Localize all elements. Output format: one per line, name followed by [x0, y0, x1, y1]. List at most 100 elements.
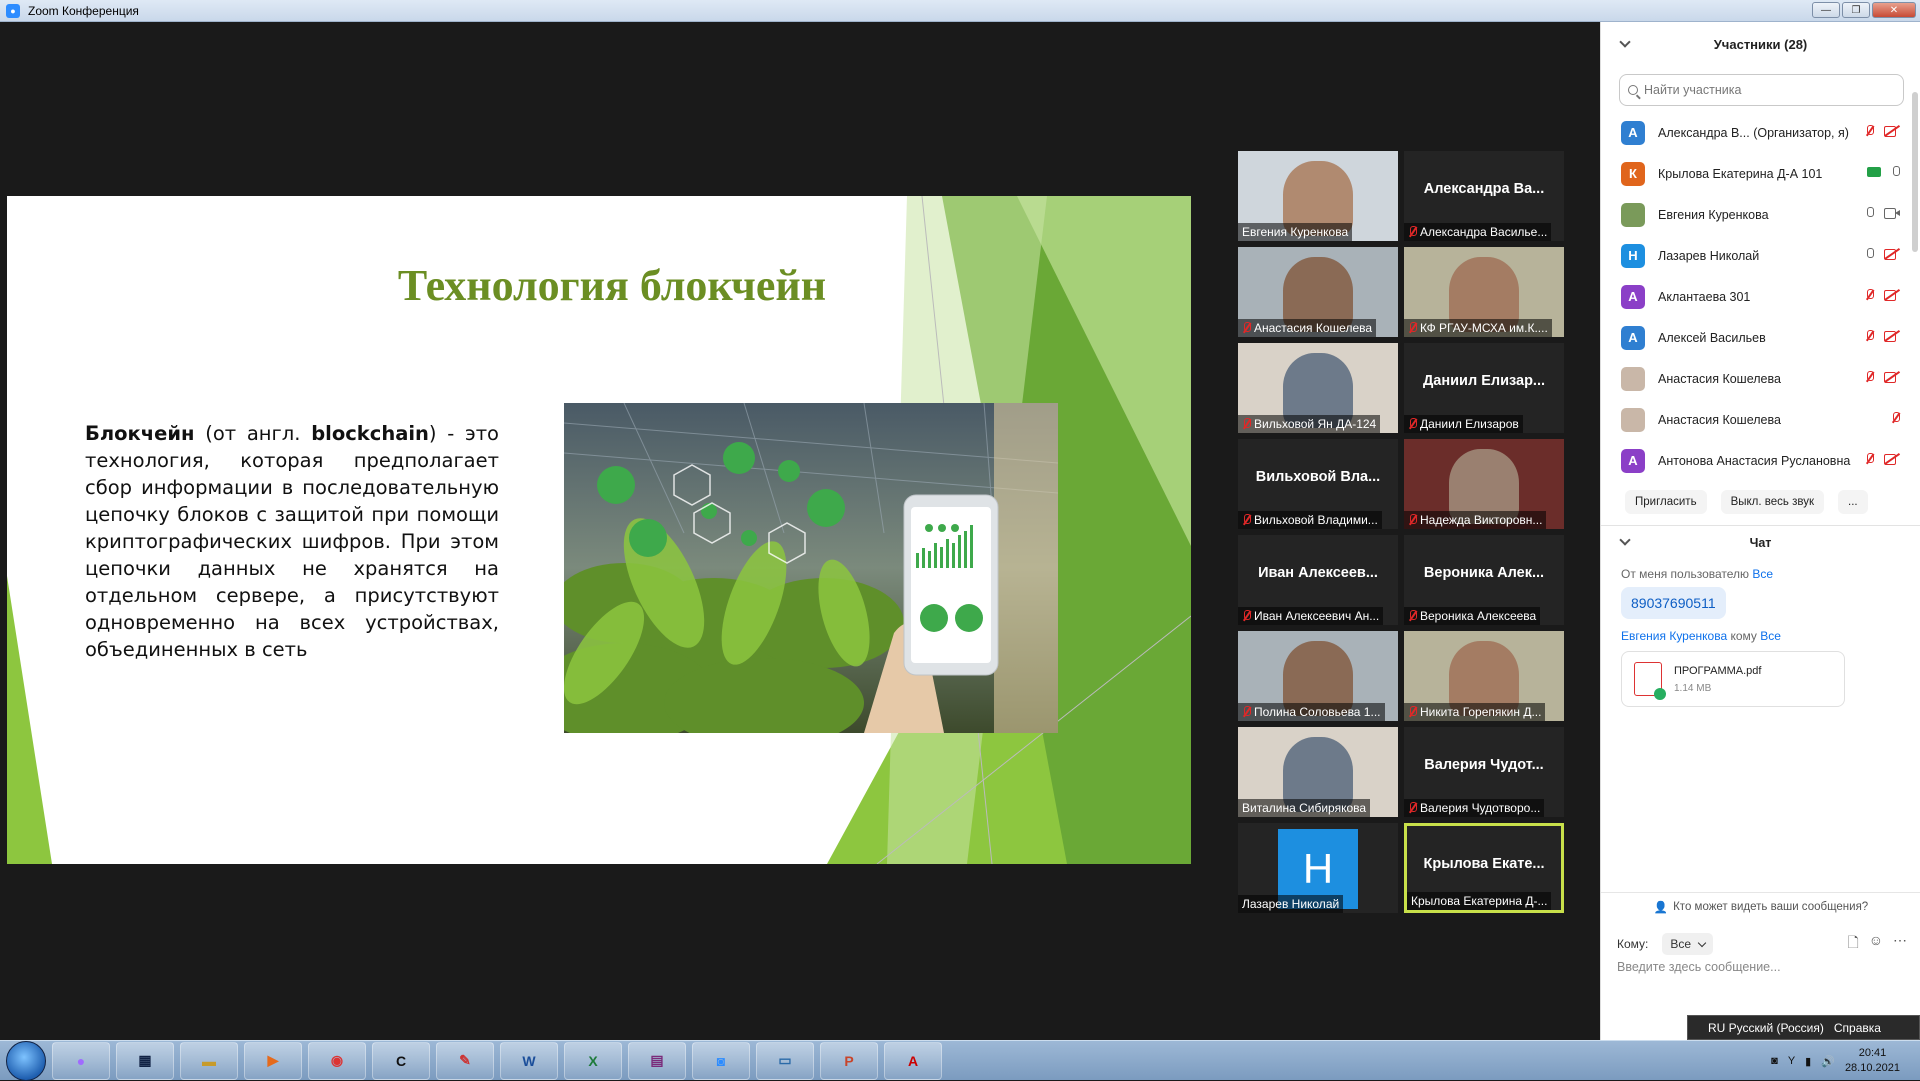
- participant-row[interactable]: Евгения Куренкова: [1601, 194, 1920, 235]
- folder-app-icon[interactable]: ▬: [180, 1041, 238, 1080]
- minimize-button[interactable]: —: [1812, 2, 1840, 18]
- video-tile[interactable]: Иван Алексеев... Иван Алексеевич Ан...: [1238, 535, 1398, 625]
- volume-tray-icon[interactable]: 🔊: [1821, 1055, 1835, 1068]
- paint-app-icon[interactable]: ✎: [436, 1041, 494, 1080]
- participant-caption-text: Валерия Чудотворо...: [1420, 801, 1541, 815]
- video-tile[interactable]: КФ РГАУ-МСХА им.К....: [1404, 247, 1564, 337]
- video-tile[interactable]: Надежда Викторовн...: [1404, 439, 1564, 529]
- word-icon[interactable]: W: [500, 1041, 558, 1080]
- mic-icon[interactable]: [1891, 166, 1900, 178]
- zoom-app-icon: ●: [6, 3, 20, 18]
- video-tile[interactable]: Евгения Куренкова: [1238, 151, 1398, 241]
- more-options-icon[interactable]: ⋯: [1893, 932, 1907, 956]
- video-off-icon[interactable]: [1884, 248, 1900, 260]
- clock[interactable]: 20:41 28.10.2021: [1845, 1046, 1900, 1076]
- slide-greenhouse-image: [564, 403, 1058, 733]
- participant-row[interactable]: А Алексей Васильев: [1601, 317, 1920, 358]
- chat-message-input[interactable]: Введите здесь сообщение...: [1617, 960, 1907, 974]
- close-button[interactable]: ✕: [1872, 2, 1916, 18]
- alice-app-icon[interactable]: ●: [52, 1041, 110, 1080]
- invite-button[interactable]: Пригласить: [1625, 490, 1707, 514]
- video-tile[interactable]: Вильховой Вла... Вильховой Владими...: [1238, 439, 1398, 529]
- powerpoint-icon[interactable]: P: [820, 1041, 878, 1080]
- slide-intro: (от англ.: [194, 422, 312, 445]
- yandex-tray-icon[interactable]: Y: [1788, 1055, 1795, 1067]
- mic-muted-icon[interactable]: [1865, 453, 1874, 465]
- network-tray-icon[interactable]: ▮: [1805, 1055, 1811, 1068]
- video-tile[interactable]: Анастасия Кошелева: [1238, 247, 1398, 337]
- video-tile[interactable]: Вильховой Ян ДА-124: [1238, 343, 1398, 433]
- mute-all-button[interactable]: Выкл. весь звук: [1720, 490, 1824, 514]
- video-tile[interactable]: Даниил Елизар... Даниил Елизаров: [1404, 343, 1564, 433]
- file-icon[interactable]: 🗋: [1847, 932, 1858, 956]
- emoji-icon[interactable]: ☺: [1869, 932, 1883, 956]
- slide-definition: ) - это технология, которая предполагает…: [85, 422, 499, 661]
- video-off-icon[interactable]: [1884, 330, 1900, 342]
- participant-caption: Евгения Куренкова: [1238, 223, 1353, 241]
- chat-message-bubble: 89037690511: [1621, 587, 1726, 619]
- mic-muted-icon[interactable]: [1865, 125, 1874, 137]
- chat-collapse-chevron-icon[interactable]: [1619, 534, 1631, 546]
- chat-recipient-link[interactable]: Все: [1760, 629, 1781, 643]
- video-tile[interactable]: Полина Соловьева 1...: [1238, 631, 1398, 721]
- keyboard-app-icon[interactable]: ▦: [116, 1041, 174, 1080]
- participant-row[interactable]: Н Лазарев Николай: [1601, 235, 1920, 276]
- video-tile[interactable]: Виталина Сибирякова: [1238, 727, 1398, 817]
- winrar-icon[interactable]: ▤: [628, 1041, 686, 1080]
- who-can-see-link[interactable]: 👤 Кто может видеть ваши сообщения?: [1601, 892, 1920, 920]
- recipient-select[interactable]: Все: [1662, 933, 1714, 955]
- participant-name: Аклантаева 301: [1658, 289, 1751, 304]
- participant-row[interactable]: Анастасия Кошелева: [1601, 399, 1920, 440]
- zoom-tray-icon[interactable]: ◙: [1771, 1055, 1778, 1067]
- mic-muted-icon[interactable]: [1865, 371, 1874, 383]
- mic-muted-icon: [1242, 706, 1251, 718]
- more-button[interactable]: ...: [1838, 490, 1868, 514]
- chat-sender-link[interactable]: Евгения Куренкова: [1621, 629, 1727, 643]
- participant-row[interactable]: Анастасия Кошелева: [1601, 358, 1920, 399]
- maximize-button[interactable]: ❐: [1842, 2, 1870, 18]
- pdf-reader-icon[interactable]: A: [884, 1041, 942, 1080]
- mic-muted-icon[interactable]: [1891, 412, 1900, 424]
- photo-viewer-icon[interactable]: ▭: [756, 1041, 814, 1080]
- excel-icon[interactable]: X: [564, 1041, 622, 1080]
- video-tile[interactable]: Вероника Алек... Вероника Алексеева: [1404, 535, 1564, 625]
- calculator-app-icon[interactable]: C: [372, 1041, 430, 1080]
- chat-file-attachment[interactable]: ПРОГРАММА.pdf 1.14 MB: [1621, 651, 1845, 707]
- mic-muted-icon[interactable]: [1865, 330, 1874, 342]
- video-tile[interactable]: H Лазарев Николай: [1238, 823, 1398, 913]
- mic-icon[interactable]: [1865, 248, 1874, 260]
- participant-status-icons: [1865, 248, 1900, 260]
- participants-scrollbar[interactable]: [1912, 92, 1918, 252]
- participant-row[interactable]: А Антонова Анастасия Руслановна: [1601, 440, 1920, 481]
- video-icon[interactable]: [1884, 207, 1900, 219]
- participant-row[interactable]: К Крылова Екатерина Д-А 101: [1601, 153, 1920, 194]
- start-button[interactable]: [6, 1040, 46, 1081]
- chat-recipient-link[interactable]: Все: [1752, 567, 1773, 581]
- participant-row[interactable]: А Аклантаева 301: [1601, 276, 1920, 317]
- video-tile[interactable]: Александра Ва... Александра Василье...: [1404, 151, 1564, 241]
- participant-search-input[interactable]: Найти участника: [1619, 74, 1904, 106]
- collapse-chevron-icon[interactable]: [1619, 36, 1631, 48]
- video-off-icon[interactable]: [1884, 125, 1900, 137]
- chrome-icon[interactable]: ◉: [308, 1041, 366, 1080]
- video-off-icon[interactable]: [1884, 371, 1900, 383]
- participant-name: Лазарев Николай: [1658, 248, 1760, 263]
- chat-message-meta: Евгения Куренкова кому Все: [1601, 629, 1920, 643]
- video-tile[interactable]: Валерия Чудот... Валерия Чудотворо...: [1404, 727, 1564, 817]
- media-player-icon[interactable]: ▶: [244, 1041, 302, 1080]
- video-tile[interactable]: Никита Горепякин Д...: [1404, 631, 1564, 721]
- language-indicator[interactable]: RU Русский (Россия): [1708, 1021, 1824, 1035]
- zoom-taskbar-icon[interactable]: ◙: [692, 1041, 750, 1080]
- system-tray: ◙ Y ▮ 🔊 20:41 28.10.2021: [1771, 1041, 1920, 1081]
- slide-body-text: Блокчейн (от англ. blockchain) - это тех…: [85, 420, 499, 663]
- participant-avatar: Н: [1621, 243, 1645, 268]
- participant-status-icons: [1891, 412, 1900, 424]
- mic-icon[interactable]: [1865, 207, 1874, 219]
- help-button[interactable]: Справка: [1834, 1021, 1881, 1035]
- video-off-icon[interactable]: [1884, 289, 1900, 301]
- participant-row[interactable]: A Александра В... (Организатор, я): [1601, 112, 1920, 153]
- video-tile[interactable]: Крылова Екате... Крылова Екатерина Д-...: [1404, 823, 1564, 913]
- mic-muted-icon[interactable]: [1865, 289, 1874, 301]
- video-off-icon[interactable]: [1884, 453, 1900, 465]
- participant-caption: Вероника Алексеева: [1404, 607, 1541, 625]
